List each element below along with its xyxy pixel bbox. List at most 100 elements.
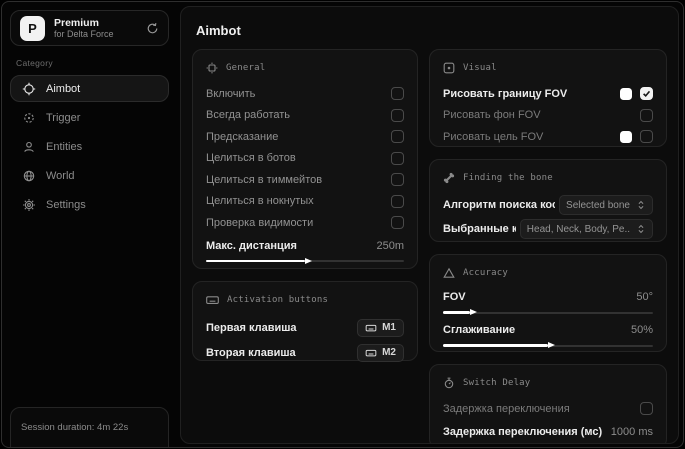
sidebar: P Premium for Delta Force Category Aimbo… — [2, 2, 177, 447]
checkbox[interactable] — [391, 108, 404, 122]
toggle-row: Включить — [206, 83, 404, 105]
toggle-row: Целиться в нокнутых — [206, 191, 404, 213]
checkbox[interactable] — [391, 87, 404, 101]
slider-value: 50° — [636, 291, 653, 303]
activation-panel: Activation buttons Первая клавиша M1 Вто… — [192, 281, 418, 362]
crosshair-scope-icon — [22, 82, 36, 96]
brand-subtitle: for Delta Force — [54, 28, 114, 39]
checkbox[interactable] — [391, 194, 404, 208]
select-value: Head, Neck, Body, Pe.. — [526, 223, 630, 235]
toggle-row: Целиться в тиммейтов — [206, 169, 404, 191]
toggle-row: Целиться в ботов — [206, 148, 404, 170]
toggle-label: Проверка видимости — [206, 216, 314, 229]
globe-icon — [22, 169, 36, 183]
visual-row: Рисовать границу FOV — [443, 83, 653, 105]
session-box: Session duration: 4m 22s — [10, 407, 169, 447]
brand-logo: P — [20, 15, 45, 41]
keyboard-icon — [206, 294, 219, 306]
toggle-row: Предсказание — [206, 126, 404, 148]
viewfinder-icon — [443, 62, 455, 74]
bone-algorithm-select[interactable]: Selected bone — [559, 195, 653, 215]
checkbox-checked[interactable] — [640, 87, 653, 101]
focus-frame-icon — [206, 62, 218, 74]
sidebar-item-trigger[interactable]: Trigger — [10, 105, 169, 131]
keybind-label: Вторая клавиша — [206, 346, 296, 359]
slider-label: Сглаживание — [443, 324, 516, 336]
visual-label: Рисовать фон FOV — [443, 109, 541, 122]
app-window: P Premium for Delta Force Category Aimbo… — [1, 1, 684, 448]
fov-slider[interactable] — [443, 308, 653, 317]
sidebar-item-label: Trigger — [46, 112, 81, 124]
visual-label: Рисовать цель FOV — [443, 130, 544, 143]
sidebar-item-label: Entities — [46, 141, 83, 153]
checkbox[interactable] — [640, 108, 653, 122]
checkbox[interactable] — [391, 130, 404, 144]
session-duration: Session duration: 4m 22s — [21, 422, 129, 433]
switch-delay-panel: Switch Delay Задержка переключения Задер… — [429, 364, 667, 444]
sidebar-item-entities[interactable]: Entities — [10, 134, 169, 160]
sidebar-item-label: Aimbot — [46, 82, 81, 95]
keybind-label: Первая клавиша — [206, 321, 297, 334]
keybind-button-m1[interactable]: M1 — [357, 318, 404, 337]
keybind-row: Первая клавиша M1 — [206, 315, 404, 340]
brand-box: P Premium for Delta Force — [10, 10, 169, 46]
smoothing-slider[interactable] — [443, 341, 653, 350]
toggle-label: Задержка переключения — [443, 402, 570, 415]
panel-title: Switch Delay — [463, 378, 531, 388]
visual-row: Рисовать цель FOV — [443, 126, 653, 148]
slider-value: 1000 ms — [610, 425, 653, 438]
color-swatch[interactable] — [620, 130, 632, 143]
toggle-label: Целиться в ботов — [206, 152, 296, 165]
checkbox[interactable] — [391, 173, 404, 187]
slider-label: Задержка переключения (мс) — [443, 425, 603, 438]
toggle-label: Предсказание — [206, 130, 279, 143]
keyboard-icon — [365, 349, 377, 356]
checkbox[interactable] — [640, 130, 653, 144]
general-panel: General Включить Всегда работать Предска… — [192, 49, 418, 269]
checkbox[interactable] — [391, 216, 404, 230]
keybind-row: Вторая клавиша M2 — [206, 340, 404, 365]
stopwatch-icon — [443, 377, 455, 389]
keyboard-icon — [365, 324, 377, 331]
sync-icon[interactable] — [146, 22, 159, 35]
check-icon — [643, 91, 651, 98]
bone-label: Выбранные кости — [443, 223, 516, 235]
sidebar-item-aimbot[interactable]: Aimbot — [10, 75, 169, 102]
select-value: Selected bone — [566, 199, 630, 211]
sidebar-item-label: World — [46, 170, 75, 182]
unfold-icon — [638, 224, 644, 234]
sidebar-nav: Aimbot Trigger Entities World Settings — [2, 75, 177, 218]
accuracy-panel: Accuracy FOV 50° Сглаживание 50% — [429, 254, 667, 352]
keybind-value: M1 — [382, 322, 396, 333]
sidebar-item-settings[interactable]: Settings — [10, 192, 169, 218]
trigger-crosshair-icon — [22, 111, 36, 125]
brand-title: Premium — [54, 16, 99, 29]
main-area: Aimbot General Включить Всегда работать … — [180, 6, 679, 444]
visual-row: Рисовать фон FOV — [443, 105, 653, 127]
panel-title: Accuracy — [463, 268, 508, 278]
visual-panel: Visual Рисовать границу FOV Рисовать фон… — [429, 49, 667, 147]
keybind-value: M2 — [382, 347, 396, 358]
max-distance-slider[interactable] — [206, 257, 404, 266]
sidebar-item-label: Settings — [46, 199, 86, 211]
keybind-button-m2[interactable]: M2 — [357, 343, 404, 362]
sidebar-item-world[interactable]: World — [10, 163, 169, 189]
bone-icon — [443, 172, 455, 184]
switch-delay-slider[interactable] — [443, 443, 653, 444]
toggle-label: Включить — [206, 87, 256, 100]
visual-label: Рисовать границу FOV — [443, 87, 568, 100]
panel-title: Finding the bone — [463, 173, 553, 183]
checkbox[interactable] — [391, 151, 404, 165]
color-swatch[interactable] — [620, 87, 632, 100]
toggle-row: Задержка переключения — [443, 398, 653, 420]
selected-bones-select[interactable]: Head, Neck, Body, Pe.. — [519, 219, 653, 239]
slider-label: Макс. дистанция — [206, 239, 297, 252]
slider-value: 250m — [376, 239, 404, 252]
toggle-label: Целиться в тиммейтов — [206, 173, 323, 186]
gear-icon — [22, 198, 36, 212]
toggle-row: Проверка видимости — [206, 212, 404, 234]
category-label: Category — [16, 58, 53, 68]
checkbox[interactable] — [640, 402, 653, 416]
slider-label: FOV — [443, 291, 466, 303]
panel-title: Activation buttons — [227, 295, 329, 305]
